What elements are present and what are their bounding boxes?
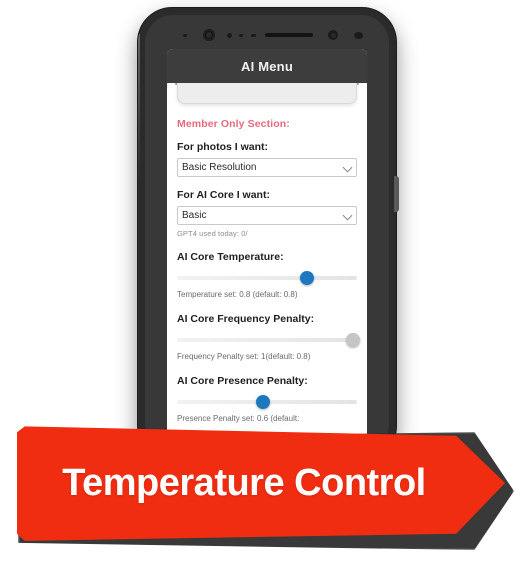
infrared-sensor-icon <box>328 30 338 40</box>
ai-core-label: For AI Core I want: <box>177 189 270 201</box>
sensor-dot-icon <box>251 34 256 37</box>
presence-penalty-note: Presence Penalty set: 0.6 (default: <box>177 414 300 423</box>
photos-select-value: Basic Resolution <box>182 162 257 173</box>
ai-core-select[interactable]: Basic <box>177 206 357 225</box>
settings-form: Member Only Section: For photos I want: … <box>167 104 367 423</box>
proximity-sensor-icon <box>354 32 363 39</box>
sensor-dot-icon <box>227 33 232 38</box>
presence-penalty-slider[interactable] <box>177 395 357 409</box>
page-title: AI Menu <box>241 58 293 74</box>
phone-device: AI Menu Member Only Section: For photos … <box>138 8 396 460</box>
sensor-dot-icon <box>183 34 187 37</box>
frequency-penalty-label: AI Core Frequency Penalty: <box>177 313 315 325</box>
temperature-label: AI Core Temperature: <box>177 251 284 263</box>
temperature-control-banner: Temperature Control <box>17 426 505 541</box>
frequency-penalty-note: Frequency Penalty set: 1(default: 0.8) <box>177 352 311 361</box>
app-titlebar: AI Menu <box>167 49 367 83</box>
power-button[interactable] <box>394 176 399 212</box>
ai-core-select-value: Basic <box>182 210 207 221</box>
frequency-penalty-slider[interactable] <box>177 333 361 347</box>
banner-label: Temperature Control <box>62 461 426 504</box>
slider-thumb[interactable] <box>299 271 314 285</box>
screenshot-stage: AI Menu Member Only Section: For photos … <box>0 0 530 587</box>
temperature-note: Temperature set: 0.8 (default: 0.8) <box>177 290 298 299</box>
phone-bezel: AI Menu Member Only Section: For photos … <box>145 15 389 453</box>
slider-thumb[interactable] <box>256 395 271 409</box>
sensor-dot-icon <box>239 34 243 37</box>
photos-select[interactable]: Basic Resolution <box>177 158 357 177</box>
member-section-heading: Member Only Section: <box>177 118 290 130</box>
top-card-button[interactable] <box>177 83 357 104</box>
speaker-grille-icon <box>265 33 313 37</box>
slider-thumb[interactable] <box>346 333 361 347</box>
camera-icon <box>203 29 215 41</box>
phone-sensor-row <box>145 29 389 43</box>
temperature-slider[interactable] <box>177 271 357 285</box>
chevron-down-icon <box>342 210 353 221</box>
presence-penalty-label: AI Core Presence Penalty: <box>177 375 308 387</box>
slider-track <box>177 338 357 342</box>
slider-track <box>177 276 357 280</box>
usage-note: GPT4 used today: 0/ <box>177 229 248 238</box>
photos-label: For photos I want: <box>177 141 268 153</box>
phone-screen: AI Menu Member Only Section: For photos … <box>167 49 367 453</box>
chevron-down-icon <box>342 162 353 173</box>
